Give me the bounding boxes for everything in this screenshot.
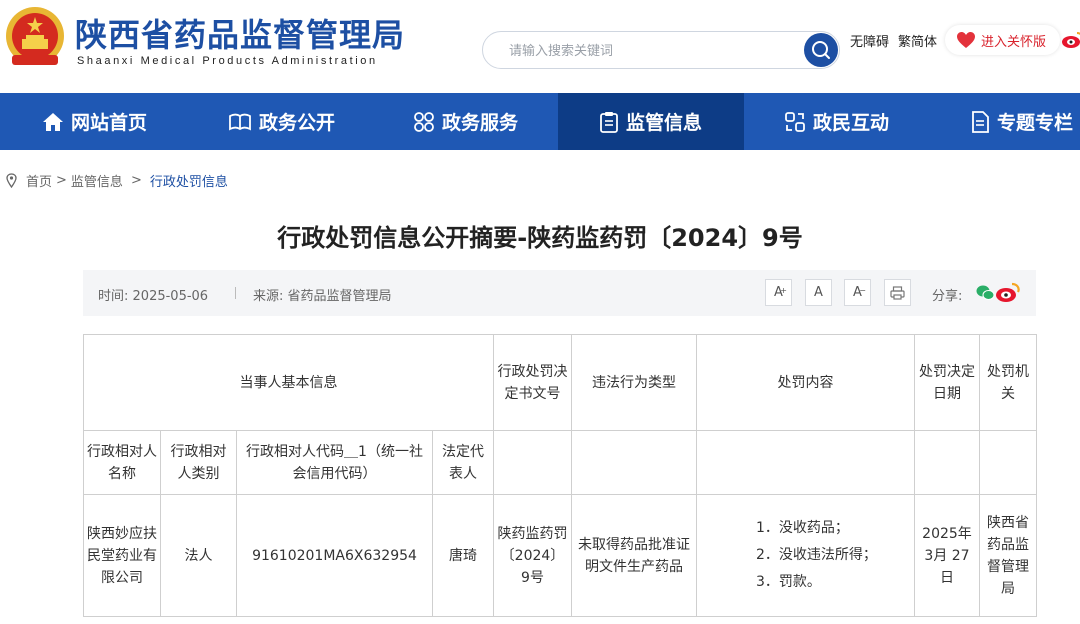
print-button[interactable]	[884, 279, 911, 306]
legal-rep-subheader: 法定代表人	[432, 430, 494, 495]
main-nav: 网站首页 政务公开 政务服务 监管信息 政民互动 专题专栏	[0, 93, 1080, 150]
violation-type-header: 违法行为类型	[571, 334, 697, 431]
nav-item-label: 监管信息	[626, 112, 703, 134]
trad-simp-link[interactable]: 繁简体	[898, 35, 937, 50]
article-meta-bar: 时间: 2025-05-06 来源: 省药品监督管理局 A + A A − 分享:	[83, 270, 1036, 316]
heart-icon	[957, 32, 975, 48]
font-increase-button[interactable]: A +	[765, 279, 792, 306]
punishment-item: 3．罚款。	[756, 574, 821, 590]
penalty-table: 当事人基本信息 行政处罚决定书文号 违法行为类型 处罚内容 处罚决定日期 处罚机…	[83, 334, 1037, 617]
legal-rep-cell: 唐琦	[432, 494, 494, 617]
nav-item-supervision[interactable]: 监管信息	[558, 93, 744, 150]
party-info-header: 当事人基本信息	[83, 334, 494, 431]
nav-item-label: 网站首页	[71, 112, 148, 134]
home-icon	[43, 112, 63, 131]
plus-icon: +	[780, 286, 787, 295]
site-title: 陕西省药品监督管理局	[75, 16, 406, 54]
source-label: 来源:	[253, 289, 284, 304]
nav-item-home[interactable]: 网站首页	[42, 93, 147, 150]
search-button[interactable]	[804, 33, 838, 67]
meta-divider	[235, 287, 236, 299]
printer-icon	[890, 286, 905, 300]
clipboard-icon	[600, 111, 618, 133]
empty-cell	[914, 430, 980, 495]
decision-date-header: 处罚决定日期	[914, 334, 980, 431]
nav-item-special[interactable]: 专题专栏	[970, 93, 1073, 150]
search-input[interactable]	[507, 40, 791, 62]
party-category-cell: 法人	[160, 494, 237, 617]
nav-item-label: 政民互动	[813, 112, 890, 134]
care-mode-label: 进入关怀版	[981, 35, 1047, 50]
party-name-cell: 陕西妙应扶民堂药业有限公司	[83, 494, 161, 617]
breadcrumb-current[interactable]: 行政处罚信息	[150, 171, 228, 190]
publish-time: 时间: 2025-05-06	[98, 285, 208, 304]
share-label: 分享:	[932, 289, 963, 304]
search-icon	[812, 41, 830, 59]
top-links: 无障碍 繁简体	[850, 31, 946, 50]
article-source: 来源: 省药品监督管理局	[253, 285, 392, 304]
book-icon	[229, 113, 251, 130]
authority-header: 处罚机关	[979, 334, 1037, 431]
font-normal-label: A	[814, 285, 823, 300]
empty-cell	[979, 430, 1037, 495]
code-subheader: 行政相对人代码＿1（统一社会信用代码）	[236, 430, 433, 495]
font-decrease-button[interactable]: A −	[844, 279, 871, 306]
time-value: 2025-05-06	[132, 289, 209, 304]
font-normal-button[interactable]: A	[805, 279, 832, 306]
wechat-icon[interactable]	[976, 285, 995, 301]
weibo-share-icon[interactable]	[995, 281, 1021, 303]
interaction-icon	[785, 111, 805, 132]
source-value: 省药品监督管理局	[287, 289, 392, 304]
punishment-item: 2．没收违法所得；	[756, 547, 877, 563]
document-icon	[972, 110, 989, 133]
breadcrumb-supervision[interactable]: 监管信息	[71, 171, 123, 190]
decision-no-cell: 陕药监药罚〔2024〕9号	[493, 494, 572, 617]
grid-icon	[414, 111, 434, 132]
punishment-item: 1．没收药品；	[756, 520, 849, 536]
accessibility-link[interactable]: 无障碍	[850, 35, 889, 50]
table-row: 陕西妙应扶民堂药业有限公司 法人 91610201MA6X632954 唐琦 陕…	[83, 494, 1037, 617]
breadcrumb-separator: >	[56, 173, 67, 188]
name-subheader: 行政相对人名称	[83, 430, 161, 495]
article-title: 行政处罚信息公开摘要-陕药监药罚〔2024〕9号	[277, 224, 803, 252]
empty-cell	[571, 430, 697, 495]
national-emblem-icon	[6, 7, 64, 65]
time-label: 时间:	[98, 289, 129, 304]
empty-cell	[696, 430, 915, 495]
nav-item-label: 政务公开	[259, 112, 336, 134]
care-mode-button[interactable]: 进入关怀版	[945, 25, 1060, 55]
punishment-cell: 1．没收药品； 2．没收违法所得； 3．罚款。	[696, 494, 915, 617]
minus-icon: −	[859, 286, 866, 295]
empty-cell	[493, 430, 572, 495]
authority-cell: 陕西省药品监督管理局	[979, 494, 1037, 617]
weibo-link[interactable]	[1061, 30, 1080, 49]
breadcrumb: 首页 > 监管信息 > 行政处罚信息	[6, 171, 228, 190]
nav-item-interaction[interactable]: 政民互动	[784, 93, 889, 150]
nav-item-gov-affairs[interactable]: 政务公开	[228, 93, 335, 150]
breadcrumb-home[interactable]: 首页	[26, 171, 52, 190]
nav-item-gov-services[interactable]: 政务服务	[413, 93, 518, 150]
decision-date-cell: 2025年3月 27日	[914, 494, 980, 617]
nav-item-label: 政务服务	[442, 112, 519, 134]
search-box	[482, 31, 840, 69]
weibo-icon	[1062, 32, 1080, 48]
location-pin-icon	[6, 173, 17, 188]
decision-no-header: 行政处罚决定书文号	[493, 334, 572, 431]
violation-type-cell: 未取得药品批准证明文件生产药品	[571, 494, 697, 617]
nav-item-label: 专题专栏	[997, 112, 1074, 134]
site-subtitle: Shaanxi Medical Products Administration	[77, 55, 378, 67]
breadcrumb-separator: >	[130, 173, 142, 188]
site-header: 陕西省药品监督管理局 Shaanxi Medical Products Admi…	[0, 0, 1080, 92]
category-subheader: 行政相对人类别	[160, 430, 237, 495]
party-code-cell: 91610201MA6X632954	[236, 494, 433, 617]
punishment-header: 处罚内容	[696, 334, 915, 431]
